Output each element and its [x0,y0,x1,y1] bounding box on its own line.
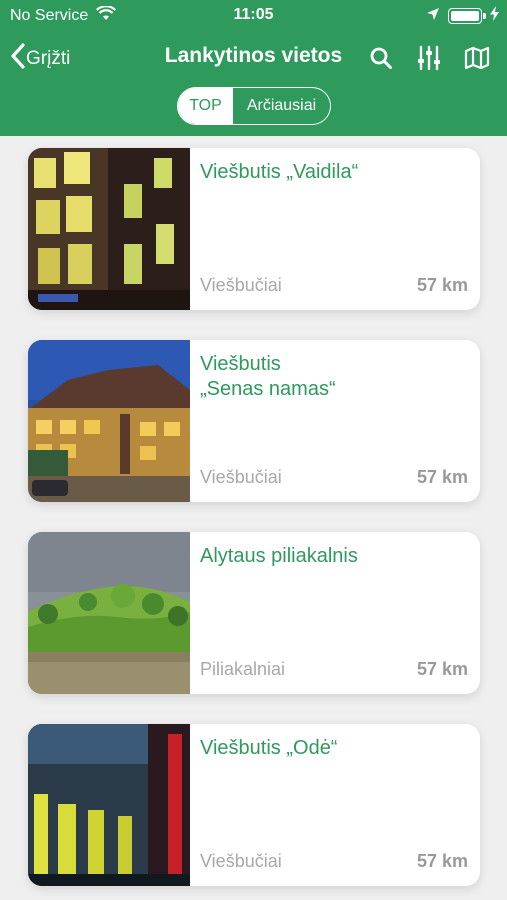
place-thumbnail [28,148,190,310]
app-header: No Service 11:05 Grįžti Lankytinos vieto… [0,0,507,136]
list-item[interactable]: Viešbutis „Senas namas“ Viešbučiai 57 km [28,340,480,502]
place-distance: 57 km [416,275,468,295]
status-right [426,6,499,26]
location-arrow-icon [426,7,440,26]
sort-segmented-control: TOP Arčiausiai [177,87,331,125]
place-title: Viešbutis „Vaidila“ [200,161,359,183]
search-icon[interactable] [367,44,395,72]
place-title: Alytaus piliakalnis [200,545,358,567]
charging-bolt-icon [490,6,499,26]
tab-nearest[interactable]: Arčiausiai [233,88,330,124]
map-icon[interactable] [463,44,491,72]
nav-actions [367,44,491,72]
list-item[interactable]: Viešbutis „Vaidila“ Viešbučiai 57 km [28,148,480,310]
place-category: Viešbučiai [200,851,282,871]
list-item[interactable]: Viešbutis „Odė“ Viešbučiai 57 km [28,724,480,886]
place-distance: 57 km [416,851,468,871]
place-title: Viešbutis „Senas namas“ [200,353,336,400]
place-thumbnail [28,532,190,694]
place-thumbnail [28,340,190,502]
place-category: Piliakalniai [200,659,286,679]
place-category: Viešbučiai [200,275,282,295]
battery-icon [448,8,486,24]
place-category: Viešbučiai [200,467,282,487]
place-distance: 57 km [416,659,468,679]
navigation-bar: Grįžti Lankytinos vietos [0,38,507,78]
place-thumbnail [28,724,190,886]
tab-top[interactable]: TOP [178,88,233,124]
filter-sliders-icon[interactable] [415,44,443,72]
back-label: Grįžti [26,48,71,69]
place-distance: 57 km [416,467,468,487]
status-bar: No Service 11:05 [0,0,507,30]
chevron-left-icon [10,43,26,75]
list-item[interactable]: Alytaus piliakalnis Piliakalniai 57 km [28,532,480,694]
back-button[interactable]: Grįžti [10,42,70,76]
place-title: Viešbutis „Odė“ [200,737,338,759]
